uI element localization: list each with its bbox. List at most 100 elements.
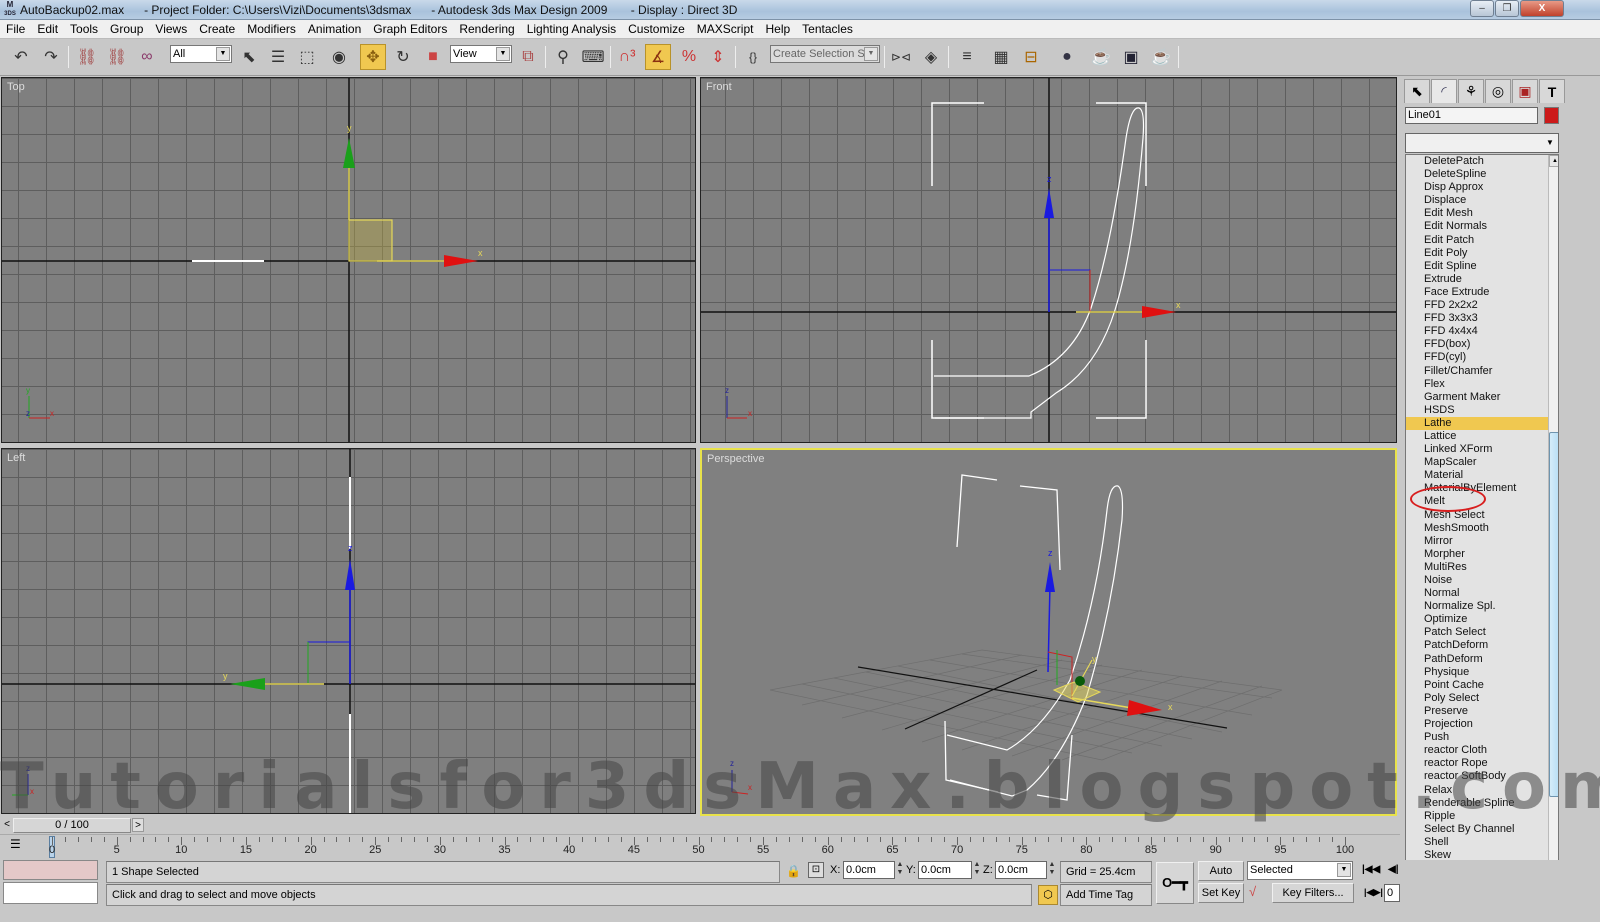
- menu-group[interactable]: Group: [104, 20, 149, 39]
- modifier-item-poly-select[interactable]: Poly Select: [1406, 692, 1558, 705]
- modifier-item-physique[interactable]: Physique: [1406, 666, 1558, 679]
- quick-render-icon[interactable]: ☕: [1148, 44, 1174, 70]
- maxscript-listener-mini[interactable]: [3, 860, 98, 880]
- edit-named-selection-icon[interactable]: {}: [740, 44, 766, 70]
- snaps-toggle-icon[interactable]: ∩³: [614, 44, 640, 70]
- viewport-perspective[interactable]: Perspective z x y z x: [700, 448, 1397, 816]
- reference-coordinate-dropdown[interactable]: View ▼: [450, 45, 512, 63]
- select-object-icon[interactable]: ⬉: [236, 44, 262, 70]
- modifier-item-renderable-spline[interactable]: Renderable Spline: [1406, 797, 1558, 810]
- pivot-center-icon[interactable]: ⧉: [515, 44, 541, 70]
- modifier-item-ripple[interactable]: Ripple: [1406, 810, 1558, 823]
- modifier-item-optimize[interactable]: Optimize: [1406, 613, 1558, 626]
- menu-lighting-analysis[interactable]: Lighting Analysis: [521, 20, 622, 39]
- modifier-list[interactable]: DeletePatch DeleteSpline Disp Approx Displa…: [1405, 154, 1559, 922]
- create-tab-icon[interactable]: ⬉: [1404, 79, 1430, 103]
- modifier-item-pathdeform[interactable]: PathDeform: [1406, 653, 1558, 666]
- modifier-item-ffd-cyl-[interactable]: FFD(cyl): [1406, 351, 1558, 364]
- modifier-item-flex[interactable]: Flex: [1406, 378, 1558, 391]
- modifier-item-linked-xform[interactable]: Linked XForm: [1406, 443, 1558, 456]
- display-tab-icon[interactable]: ▣: [1512, 79, 1538, 103]
- angle-snap-icon[interactable]: ∡: [645, 44, 671, 70]
- app-icon[interactable]: M 3DS: [3, 1, 17, 18]
- modifier-item-edit-patch[interactable]: Edit Patch: [1406, 234, 1558, 247]
- set-key-button[interactable]: Set Key: [1198, 883, 1244, 903]
- rendered-frame-window-icon[interactable]: ▣: [1118, 44, 1144, 70]
- modifier-item-material[interactable]: Material: [1406, 469, 1558, 482]
- modifier-item-lattice[interactable]: Lattice: [1406, 430, 1558, 443]
- layer-manager-icon[interactable]: ≡: [954, 44, 980, 70]
- mirror-icon[interactable]: ⊳⊲: [888, 44, 914, 70]
- previous-frame-button[interactable]: <: [2, 818, 12, 832]
- time-slider-thumb[interactable]: 0 / 100: [13, 818, 131, 833]
- lock-selection-icon[interactable]: 🔒: [786, 864, 801, 878]
- modifier-item-fillet-chamfer[interactable]: Fillet/Chamfer: [1406, 365, 1558, 378]
- redo-icon[interactable]: ↷: [38, 44, 64, 70]
- material-editor-icon[interactable]: ●: [1054, 44, 1080, 70]
- viewport-left[interactable]: Left z y z x: [1, 448, 696, 814]
- menu-views[interactable]: Views: [149, 20, 193, 39]
- modifier-item-normal[interactable]: Normal: [1406, 587, 1558, 600]
- modifier-item-normalize-spl-[interactable]: Normalize Spl.: [1406, 600, 1558, 613]
- scrollbar-thumb[interactable]: [1549, 432, 1558, 797]
- select-and-scale-icon[interactable]: ■: [420, 44, 446, 70]
- menu-customize[interactable]: Customize: [622, 20, 691, 39]
- modifier-item-push[interactable]: Push: [1406, 731, 1558, 744]
- modifier-item-edit-spline[interactable]: Edit Spline: [1406, 260, 1558, 273]
- modifier-item-displace[interactable]: Displace: [1406, 194, 1558, 207]
- maxscript-input[interactable]: [3, 882, 98, 904]
- modifier-item-mesh-select[interactable]: Mesh Select: [1406, 509, 1558, 522]
- modifier-item-deletepatch[interactable]: DeletePatch: [1406, 155, 1558, 168]
- menu-graph-editors[interactable]: Graph Editors: [367, 20, 453, 39]
- modifier-item-shell[interactable]: Shell: [1406, 836, 1558, 849]
- modifier-item-patchdeform[interactable]: PatchDeform: [1406, 639, 1558, 652]
- named-selection-set-dropdown[interactable]: Create Selection Set ▼: [770, 45, 880, 63]
- menu-create[interactable]: Create: [193, 20, 241, 39]
- modifier-list-scrollbar[interactable]: ▲: [1548, 155, 1558, 921]
- modifier-item-face-extrude[interactable]: Face Extrude: [1406, 286, 1558, 299]
- scroll-up-icon[interactable]: ▲: [1549, 155, 1558, 167]
- next-frame-button[interactable]: >: [132, 818, 144, 832]
- hierarchy-tab-icon[interactable]: ⚘: [1458, 79, 1484, 103]
- object-name-field[interactable]: Line01: [1405, 107, 1538, 124]
- z-spinner[interactable]: ▲ ▼: [1048, 861, 1056, 879]
- modifier-item-preserve[interactable]: Preserve: [1406, 705, 1558, 718]
- go-to-start-icon[interactable]: |◀◀: [1362, 864, 1380, 875]
- modifier-item-mapscaler[interactable]: MapScaler: [1406, 456, 1558, 469]
- link-icon[interactable]: ⛓: [74, 44, 100, 70]
- curve-editor-icon[interactable]: ▦: [988, 44, 1014, 70]
- modifier-item-ffd-4x4x4[interactable]: FFD 4x4x4: [1406, 325, 1558, 338]
- viewport-label[interactable]: Perspective: [707, 453, 764, 465]
- viewport-label[interactable]: Front: [706, 81, 732, 93]
- selection-filter-dropdown[interactable]: All ▼: [170, 45, 232, 63]
- viewport-top[interactable]: Top y x y x z: [1, 77, 696, 443]
- modifier-item-multires[interactable]: MultiRes: [1406, 561, 1558, 574]
- modifier-item-noise[interactable]: Noise: [1406, 574, 1558, 587]
- minimize-button[interactable]: –: [1470, 0, 1494, 17]
- add-time-tag-button[interactable]: Add Time Tag: [1060, 884, 1152, 906]
- menu-maxscript[interactable]: MAXScript: [691, 20, 760, 39]
- y-coordinate-field[interactable]: 0.0cm: [918, 861, 972, 879]
- menu-edit[interactable]: Edit: [31, 20, 64, 39]
- close-button[interactable]: X: [1520, 0, 1564, 17]
- modifier-item-reactor-rope[interactable]: reactor Rope: [1406, 757, 1558, 770]
- modifier-item-patch-select[interactable]: Patch Select: [1406, 626, 1558, 639]
- bind-space-warp-icon[interactable]: ∞: [134, 44, 160, 70]
- align-icon[interactable]: ◈: [918, 44, 944, 70]
- restore-button[interactable]: ❐: [1495, 0, 1519, 17]
- modifier-list-dropdown[interactable]: ▼: [1405, 133, 1559, 153]
- viewport-front[interactable]: Front z x z x: [700, 77, 1397, 443]
- z-coordinate-field[interactable]: 0.0cm: [995, 861, 1047, 879]
- menu-help[interactable]: Help: [759, 20, 796, 39]
- render-setup-icon[interactable]: ☕: [1088, 44, 1114, 70]
- modifier-item-ffd-3x3x3[interactable]: FFD 3x3x3: [1406, 312, 1558, 325]
- set-keys-key-icon[interactable]: O━┳: [1156, 862, 1194, 904]
- unlink-icon[interactable]: ⛓: [104, 44, 130, 70]
- y-spinner[interactable]: ▲ ▼: [973, 861, 981, 879]
- percent-snap-icon[interactable]: %: [676, 44, 702, 70]
- key-filters-button[interactable]: Key Filters...: [1272, 883, 1354, 903]
- schematic-view-icon[interactable]: ⊟: [1018, 44, 1044, 70]
- x-spinner[interactable]: ▲ ▼: [896, 861, 904, 879]
- motion-tab-icon[interactable]: ◎: [1485, 79, 1511, 103]
- modifier-item-garment-maker[interactable]: Garment Maker: [1406, 391, 1558, 404]
